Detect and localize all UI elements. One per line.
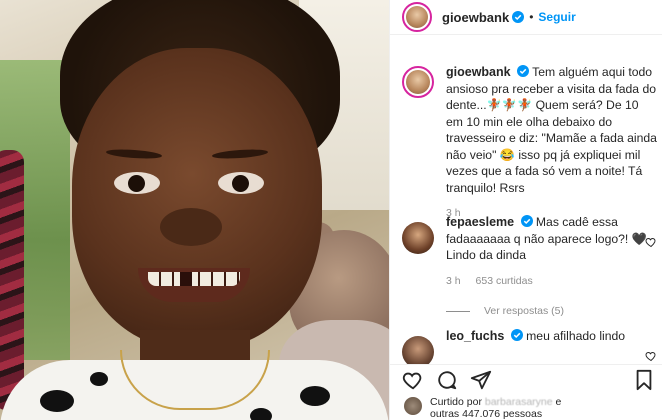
comments-list[interactable]: gioewbank Tem alguém aqui todo ansioso p… bbox=[390, 56, 662, 364]
missing-tooth-gap bbox=[180, 272, 192, 286]
comment-heart-icon[interactable] bbox=[645, 236, 657, 248]
bookmark-icon[interactable] bbox=[633, 369, 655, 391]
liker-avatar[interactable] bbox=[404, 397, 422, 415]
likes-text: Curtido por barbarasaryne e outras 447.0… bbox=[430, 396, 561, 420]
smile bbox=[138, 268, 250, 302]
view-replies[interactable]: Ver respostas (5) bbox=[446, 305, 564, 317]
caption: gioewbank Tem alguém aqui todo ansioso p… bbox=[402, 64, 657, 219]
share-icon[interactable] bbox=[470, 369, 492, 391]
likes-mid: e bbox=[555, 396, 562, 408]
caption-username[interactable]: gioewbank bbox=[446, 65, 511, 79]
likes-summary[interactable]: Curtido por barbarasaryne e outras 447.0… bbox=[404, 396, 659, 420]
comment-item: fepaesleme Mas cadê essa fadaaaaaaa q nã… bbox=[402, 214, 657, 287]
verified-icon bbox=[510, 329, 523, 341]
comment-likes[interactable]: 653 curtidas bbox=[476, 275, 533, 287]
comment-meta: 3 h 653 curtidas bbox=[446, 275, 657, 287]
comment-username[interactable]: fepaesleme bbox=[446, 215, 514, 229]
nose bbox=[160, 208, 222, 246]
author-avatar[interactable] bbox=[402, 2, 432, 32]
action-bar bbox=[390, 364, 662, 394]
heart-icon[interactable] bbox=[402, 369, 424, 391]
comment-time[interactable]: 3 h bbox=[446, 275, 461, 287]
comment-text-block: fepaesleme Mas cadê essa fadaaaaaaa q nã… bbox=[446, 214, 657, 264]
author-username[interactable]: gioewbank bbox=[442, 10, 509, 25]
commenter-avatar[interactable] bbox=[402, 222, 434, 254]
caption-text: Tem alguém aqui todo ansioso pra receber… bbox=[446, 65, 657, 195]
verified-icon bbox=[516, 65, 529, 77]
comment-username[interactable]: leo_fuchs bbox=[446, 329, 504, 343]
post-side-panel: gioewbank • Seguir gioewbank Tem alguém … bbox=[389, 0, 662, 420]
post-header: gioewbank • Seguir bbox=[390, 0, 662, 35]
teeth bbox=[148, 272, 240, 286]
commenter-avatar[interactable] bbox=[402, 336, 434, 364]
likes-count[interactable]: outras 447.076 pessoas bbox=[430, 408, 542, 420]
replies-divider bbox=[446, 310, 470, 312]
post-photo[interactable] bbox=[0, 0, 389, 420]
comment-text: meu afilhado lindo bbox=[526, 329, 626, 343]
comment-text-block: leo_fuchs meu afilhado lindo bbox=[446, 328, 657, 345]
separator-dot: • bbox=[529, 10, 534, 24]
likes-prefix: Curtido por bbox=[430, 396, 482, 408]
comment-icon[interactable] bbox=[436, 369, 458, 391]
view-replies-label[interactable]: Ver respostas (5) bbox=[484, 305, 564, 317]
comment-heart-icon[interactable] bbox=[645, 350, 657, 362]
right-eye bbox=[218, 172, 264, 194]
caption-text-block: gioewbank Tem alguém aqui todo ansioso p… bbox=[446, 64, 657, 196]
verified-icon bbox=[512, 11, 525, 23]
left-eye bbox=[114, 172, 160, 194]
follow-button[interactable]: Seguir bbox=[538, 10, 575, 24]
comment-item: leo_fuchs meu afilhado lindo bbox=[402, 328, 657, 364]
child-face bbox=[72, 48, 322, 348]
caption-author-avatar[interactable] bbox=[402, 66, 434, 98]
liker-username[interactable]: barbarasaryne bbox=[485, 396, 553, 408]
verified-icon bbox=[520, 215, 533, 227]
braided-hair bbox=[0, 150, 24, 410]
